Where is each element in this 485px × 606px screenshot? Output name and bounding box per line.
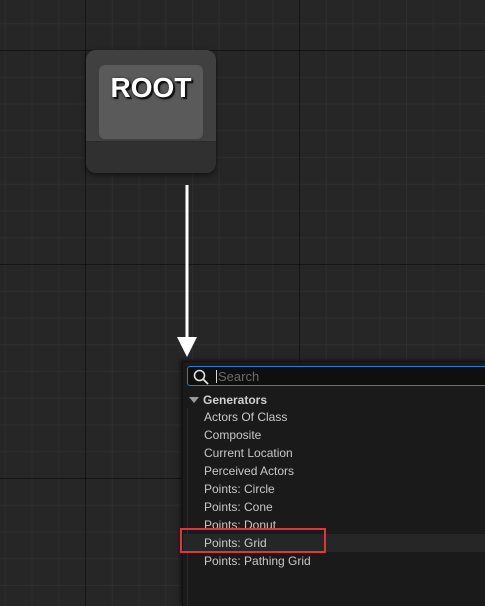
menu-item-actors-of-class[interactable]: Actors Of Class <box>183 408 485 426</box>
root-node-label: ROOT <box>110 72 192 103</box>
menu-item-label: Current Location <box>204 446 293 460</box>
menu-item-points-grid[interactable]: Points: Grid <box>183 534 485 552</box>
menu-item-current-location[interactable]: Current Location <box>183 444 485 462</box>
text-caret <box>216 370 217 383</box>
category-label: Generators <box>203 393 268 407</box>
root-node[interactable]: ROOT <box>86 50 216 173</box>
search-input[interactable] <box>218 368 478 384</box>
root-node-output-pin[interactable] <box>86 141 216 173</box>
menu-item-label: Actors Of Class <box>204 410 288 424</box>
node-context-menu: Generators Actors Of Class Composite Cur… <box>182 361 485 606</box>
menu-item-label: Perceived Actors <box>204 464 295 478</box>
menu-item-points-circle[interactable]: Points: Circle <box>183 480 485 498</box>
expand-triangle-icon[interactable] <box>189 397 199 403</box>
search-box[interactable] <box>187 366 485 386</box>
menu-item-points-donut[interactable]: Points: Donut <box>183 516 485 534</box>
category-generators[interactable]: Generators <box>187 392 267 408</box>
menu-item-label: Points: Circle <box>204 482 275 496</box>
menu-item-composite[interactable]: Composite <box>183 426 485 444</box>
menu-item-points-cone[interactable]: Points: Cone <box>183 498 485 516</box>
connection-arrow <box>177 185 197 357</box>
menu-item-points-pathing-grid[interactable]: Points: Pathing Grid <box>183 552 485 570</box>
menu-item-label: Points: Donut <box>204 518 277 532</box>
menu-item-label: Composite <box>204 428 262 442</box>
menu-item-label: Points: Grid <box>204 536 267 550</box>
menu-item-label: Points: Pathing Grid <box>204 554 311 568</box>
menu-item-label: Points: Cone <box>204 500 273 514</box>
generator-list: Actors Of Class Composite Current Locati… <box>183 408 485 570</box>
menu-item-perceived-actors[interactable]: Perceived Actors <box>183 462 485 480</box>
search-icon <box>193 369 209 385</box>
